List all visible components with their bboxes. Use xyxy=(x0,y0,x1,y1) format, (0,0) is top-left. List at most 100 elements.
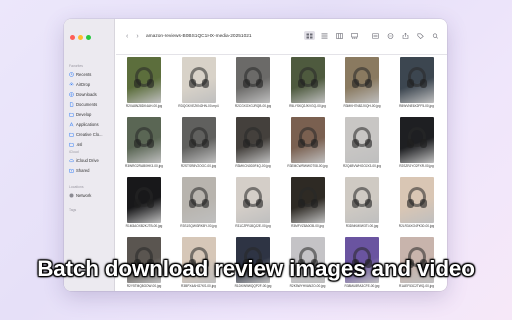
file-item[interactable]: R3EMCWRWWOT08-00.jpg xyxy=(283,117,333,175)
file-item[interactable]: R3MKCN0D0F4Q-00.jpg xyxy=(228,117,278,175)
sidebar-item-applications[interactable]: Applications xyxy=(69,119,113,129)
file-item[interactable]: R2STSR8V2OOC-00.jpg xyxy=(174,117,224,175)
list-view-icon[interactable] xyxy=(319,31,330,40)
finder-window: Favorites Recents AirDrop Downloads Documen… xyxy=(64,19,447,291)
file-name: R3DNKM0W3TI-00.jpg xyxy=(345,224,379,228)
action-icon[interactable] xyxy=(385,31,396,40)
back-button[interactable]: ‹ xyxy=(126,33,128,40)
file-name: R31CZPRJ8QJ2E-00.jpg xyxy=(235,224,271,228)
file-item[interactable]: R3DNKM0W3TI-00.jpg xyxy=(337,177,387,235)
sidebar-locations: Locations Network xyxy=(69,184,113,200)
file-thumbnail xyxy=(399,117,434,163)
file-thumbnail xyxy=(399,57,434,103)
clock-icon xyxy=(69,71,74,77)
share-icon[interactable] xyxy=(400,31,411,40)
forward-button[interactable]: › xyxy=(136,33,138,40)
file-thumbnail xyxy=(345,57,379,103)
network-icon xyxy=(69,193,74,198)
file-thumbnail xyxy=(181,57,216,103)
toolbar-icons xyxy=(304,31,441,40)
file-item[interactable]: R8WVNE6X2FF5-00.jpg xyxy=(392,57,442,115)
navigation-buttons: ‹ › xyxy=(126,33,139,40)
shared-folder-icon xyxy=(69,168,74,173)
file-name: R2STSR8V2OOC-00.jpg xyxy=(180,164,217,168)
file-item[interactable]: R2LR34XO4FK30-00.jpg xyxy=(392,177,442,235)
sidebar-item-label: Network xyxy=(76,192,92,198)
file-item[interactable]: R3MKH7N82JXQH-00.jpg xyxy=(337,57,387,115)
file-name: R2XA8N28DK4AH-00.jpg xyxy=(125,104,163,108)
file-thumbnail xyxy=(236,117,270,163)
sidebar-tags: Tags xyxy=(69,207,113,213)
file-item[interactable]: R2SZRJYO2FXR-00.jpg xyxy=(392,117,442,175)
folder-icon xyxy=(69,112,74,117)
file-name: R38MU8RA3CFE-00.jpg xyxy=(344,284,380,288)
sidebar-item-downloads[interactable]: Downloads xyxy=(69,89,113,99)
file-thumbnail xyxy=(236,57,270,103)
file-thumbnail xyxy=(236,177,270,223)
file-row: R1M3AOXB2KJTB-00.jpg R3S1SQWI3RKBY-00.jpg… xyxy=(119,177,447,235)
sidebar-item-label: Applications xyxy=(76,121,99,127)
file-name: R3S1SQWI3RKBY-00.jpg xyxy=(180,224,217,228)
file-name: R3MFVZ8A0OB-00.jpg xyxy=(291,224,324,228)
file-item[interactable]: R2CGXOXGJRQB-00.jpg xyxy=(228,57,278,115)
sidebar-item-ssl[interactable]: .ssl xyxy=(69,139,113,149)
file-name: R2LR34XO4FK30-00.jpg xyxy=(398,224,435,228)
file-name: RDQGKVEZKN2HN-00.mp4 xyxy=(178,104,219,108)
file-thumbnail xyxy=(181,177,216,223)
file-item[interactable]: R3S1SQWI3RKBY-00.jpg xyxy=(174,177,224,235)
gallery-view-icon[interactable] xyxy=(349,31,360,40)
cloud-icon xyxy=(69,158,74,163)
file-item[interactable]: RDQGKVEZKN2HN-00.mp4 xyxy=(174,57,224,115)
folder-icon xyxy=(69,132,74,137)
sidebar: Favorites Recents AirDrop Downloads Documen… xyxy=(64,19,115,291)
group-icon[interactable] xyxy=(370,31,381,40)
sidebar-item-icloud-drive[interactable]: iCloud Drive xyxy=(69,155,113,165)
sidebar-item-label: Recents xyxy=(76,71,92,77)
column-view-icon[interactable] xyxy=(334,31,345,40)
zoom-button[interactable] xyxy=(86,35,91,40)
file-item[interactable]: R3MFVZ8A0OB-00.jpg xyxy=(283,177,333,235)
minimize-button[interactable] xyxy=(78,35,83,40)
window-title: amazon-reviews-B0BS1QC1HX-media-20251021 xyxy=(146,34,252,39)
file-thumbnail xyxy=(181,117,216,163)
file-thumbnail xyxy=(290,57,325,103)
sidebar-item-airdrop[interactable]: AirDrop xyxy=(69,79,113,89)
sidebar-item-label: Creative Clo... xyxy=(76,131,103,137)
file-item[interactable]: R31CZPRJ8QJ2E-00.jpg xyxy=(228,177,278,235)
search-icon[interactable] xyxy=(430,31,441,40)
file-thumbnail xyxy=(290,117,325,163)
file-item[interactable]: R1M3AOXB2KJTB-00.jpg xyxy=(119,177,169,235)
icon-view-icon[interactable] xyxy=(304,31,315,40)
file-name: R1AEF53C2TWQ-00.jpg xyxy=(398,284,435,288)
file-name: R3BPX4AHG7KS-00.jpg xyxy=(181,284,216,288)
sidebar-item-label: Develop xyxy=(76,111,92,117)
sidebar-item-label: AirDrop xyxy=(76,81,91,87)
file-thumbnail xyxy=(127,177,161,223)
sidebar-favorites: Favorites Recents AirDrop Downloads Documen… xyxy=(69,63,113,149)
file-thumbnail xyxy=(290,177,325,223)
sidebar-item-network[interactable]: Network xyxy=(69,190,113,200)
sidebar-item-documents[interactable]: Documents xyxy=(69,99,113,109)
file-name: R2K5WYHVAN2O-00.jpg xyxy=(289,284,326,288)
file-thumbnail xyxy=(127,57,161,103)
close-button[interactable] xyxy=(70,35,75,40)
sidebar-item-label: Downloads xyxy=(76,91,97,97)
sidebar-item-label: Shared xyxy=(76,167,90,173)
sidebar-item-shared[interactable]: Shared xyxy=(69,165,113,175)
sidebar-item-develop[interactable]: Develop xyxy=(69,109,113,119)
sidebar-item-recents[interactable]: Recents xyxy=(69,69,113,79)
file-thumbnail xyxy=(127,117,161,163)
file-name: R2Q4BVWHGOJX3-00.jpg xyxy=(342,164,382,168)
sidebar-item-creative-clo[interactable]: Creative Clo... xyxy=(69,129,113,139)
file-thumbnail xyxy=(345,117,379,163)
file-name: R3MKH7N82JXQH-00.jpg xyxy=(343,104,381,108)
file-item[interactable]: R2XA8N28DK4AH-00.jpg xyxy=(119,57,169,115)
file-item[interactable]: R2Q4BVWHGOJX3-00.jpg xyxy=(337,117,387,175)
applications-icon xyxy=(69,121,74,127)
file-item[interactable]: R5LYSKQ2JKVGQ-00.jpg xyxy=(283,57,333,115)
file-item[interactable]: R3WRG2RAB0HK3-00.jpg xyxy=(119,117,169,175)
tag-icon[interactable] xyxy=(415,31,426,40)
sidebar-item-label: .ssl xyxy=(76,141,83,147)
sidebar-item-label: Documents xyxy=(76,101,98,107)
file-thumbnail xyxy=(345,177,379,223)
